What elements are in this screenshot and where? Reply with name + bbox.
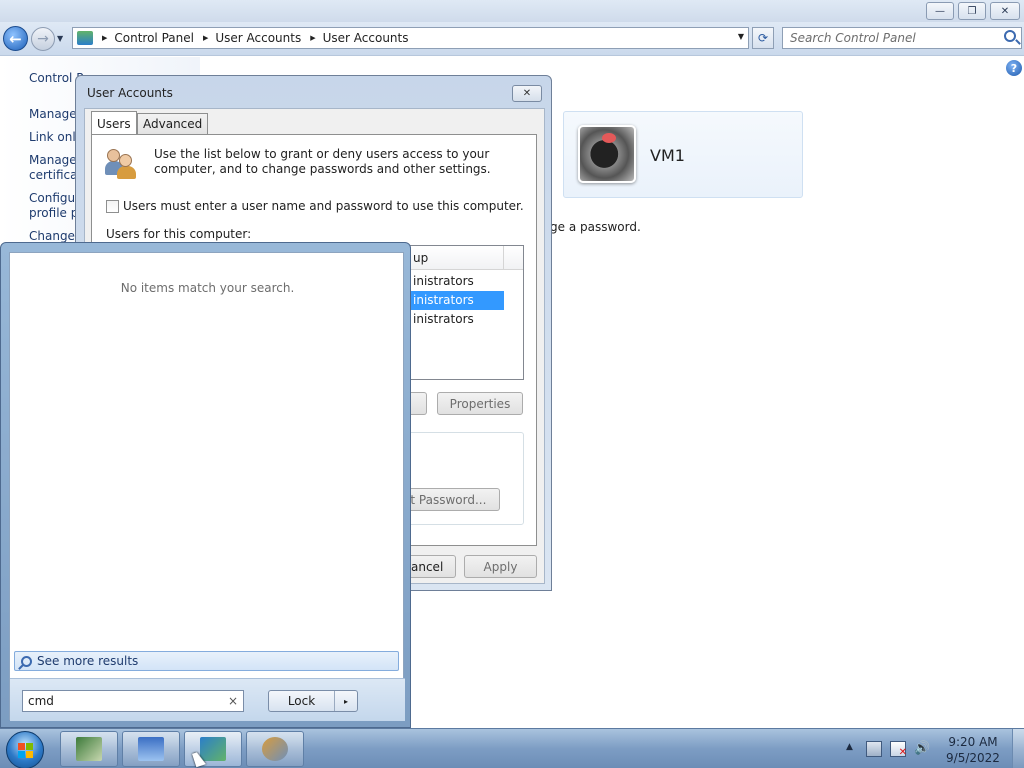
- lock-label: Lock: [287, 694, 316, 708]
- column-divider: [503, 246, 504, 270]
- clock-date: 9/5/2022: [946, 751, 1000, 765]
- refresh-button[interactable]: ⟳: [752, 27, 774, 49]
- volume-icon[interactable]: 🔊: [914, 741, 930, 757]
- apply-label: Apply: [483, 559, 518, 574]
- breadcrumb-separator-icon[interactable]: ▶: [310, 34, 315, 42]
- minimize-icon: —: [935, 5, 945, 17]
- search-icon: [21, 655, 32, 667]
- tab-advanced[interactable]: Advanced: [137, 113, 209, 134]
- control-panel-search[interactable]: [782, 27, 1022, 49]
- start-button[interactable]: [6, 731, 44, 768]
- refresh-icon: ⟳: [757, 31, 769, 45]
- dialog-title: User Accounts: [87, 86, 173, 100]
- see-more-results-link[interactable]: See more results: [14, 651, 399, 671]
- breadcrumb-user-accounts-current[interactable]: User Accounts: [323, 31, 409, 45]
- start-menu-footer: × Lock ▸: [10, 678, 405, 721]
- start-search-input[interactable]: [28, 691, 218, 711]
- close-button[interactable]: ✕: [990, 2, 1020, 20]
- back-arrow-icon: ←: [9, 29, 22, 48]
- row-group: inistrators: [413, 312, 474, 326]
- breadcrumb-separator-icon[interactable]: ▶: [102, 34, 107, 42]
- search-input[interactable]: [790, 28, 1000, 48]
- change-environment-link[interactable]: Change: [29, 229, 75, 243]
- no-results-message: No items match your search.: [120, 281, 295, 295]
- lock-split-button[interactable]: Lock ▸: [268, 690, 358, 712]
- taskbar-remote-desktop[interactable]: [122, 731, 180, 767]
- breadcrumb-separator-icon[interactable]: ▶: [203, 34, 208, 42]
- row-group: inistrators: [413, 274, 474, 288]
- users-icon: [262, 737, 288, 761]
- window-title-bar: — ❐ ✕: [0, 0, 1024, 22]
- users-list-label: Users for this computer:: [106, 227, 252, 241]
- cancel-label: ancel: [411, 559, 444, 574]
- manage-credentials-link[interactable]: Manage: [29, 107, 77, 121]
- row-group: inistrators: [413, 293, 474, 307]
- minimize-button[interactable]: —: [926, 2, 954, 20]
- tab-advanced-label: Advanced: [143, 117, 203, 131]
- close-icon: ✕: [1000, 5, 1010, 17]
- network-icon[interactable]: [866, 741, 882, 757]
- account-card[interactable]: VM1: [563, 111, 803, 198]
- address-bar[interactable]: ▶ Control Panel ▶ User Accounts ▶ User A…: [72, 27, 749, 49]
- properties-button[interactable]: Properties: [437, 392, 523, 415]
- action-center-icon[interactable]: ✕: [890, 741, 907, 758]
- users-icon: [105, 147, 137, 179]
- taskbar: ▲ ✕ 🔊 9:20 AM 9/5/2022: [0, 728, 1024, 768]
- forward-arrow-icon: →: [37, 31, 49, 47]
- forward-button[interactable]: →: [31, 27, 55, 51]
- taskbar-server-manager[interactable]: [60, 731, 118, 767]
- windows-logo-icon: [18, 743, 34, 759]
- show-desktop-button[interactable]: [1012, 729, 1024, 768]
- require-login-label[interactable]: Users must enter a user name and passwor…: [123, 199, 524, 213]
- control-panel-icon: [77, 31, 93, 45]
- close-icon: ✕: [522, 88, 532, 99]
- recent-pages-dropdown-icon[interactable]: ▼: [57, 34, 63, 43]
- breadcrumb-user-accounts[interactable]: User Accounts: [215, 31, 301, 45]
- turntable-avatar-icon: [578, 125, 636, 183]
- clear-search-icon[interactable]: ×: [228, 694, 238, 708]
- power-options-arrow-icon[interactable]: ▸: [335, 691, 357, 711]
- reset-password-label: et Password...: [403, 492, 487, 507]
- manage-certificates-link[interactable]: Manage: [29, 153, 77, 167]
- server-manager-icon: [76, 737, 102, 761]
- taskbar-control-panel[interactable]: [184, 731, 242, 767]
- clock-time: 9:20 AM: [948, 735, 998, 749]
- properties-label: Properties: [449, 396, 511, 411]
- show-hidden-icons-icon[interactable]: ▲: [846, 742, 853, 752]
- restore-icon: ❐: [967, 5, 977, 17]
- lock-button[interactable]: Lock: [269, 691, 335, 711]
- tab-users-label: Users: [97, 116, 131, 131]
- start-search-box[interactable]: ×: [22, 690, 244, 712]
- reset-password-button[interactable]: et Password...: [403, 488, 500, 511]
- require-login-checkbox[interactable]: [106, 199, 119, 213]
- search-icon[interactable]: [1004, 30, 1016, 42]
- tab-users[interactable]: Users: [91, 111, 137, 135]
- clock[interactable]: 9:20 AM 9/5/2022: [940, 734, 1006, 766]
- apply-button[interactable]: Apply: [464, 555, 537, 578]
- taskbar-user-accounts[interactable]: [246, 731, 304, 767]
- require-login-checkbox-row[interactable]: Users must enter a user name and passwor…: [106, 199, 524, 213]
- column-header-group[interactable]: up: [413, 251, 428, 265]
- configure-profile-link[interactable]: Configu: [29, 191, 75, 205]
- see-more-results-label: See more results: [37, 654, 139, 668]
- dialog-close-button[interactable]: ✕: [512, 85, 542, 102]
- restore-button[interactable]: ❐: [958, 2, 986, 20]
- breadcrumb-control-panel[interactable]: Control Panel: [114, 31, 194, 45]
- help-icon[interactable]: ?: [1006, 60, 1022, 76]
- search-results-panel: No items match your search. See more res…: [9, 252, 405, 721]
- address-dropdown-icon[interactable]: ▼: [738, 32, 744, 41]
- intro-text: Use the list below to grant or deny user…: [154, 147, 491, 176]
- monitor-icon: [138, 737, 164, 761]
- back-button[interactable]: ←: [3, 26, 28, 51]
- navigation-toolbar: ← → ▼ ▶ Control Panel ▶ User Accounts ▶ …: [0, 22, 1024, 56]
- account-name: VM1: [650, 146, 685, 165]
- cancel-button[interactable]: ancel: [411, 555, 456, 578]
- change-password-text[interactable]: ge a password.: [550, 220, 641, 234]
- link-online-ids-link[interactable]: Link onli: [29, 130, 79, 144]
- remove-button[interactable]: [409, 392, 427, 415]
- start-menu: No items match your search. See more res…: [0, 242, 411, 728]
